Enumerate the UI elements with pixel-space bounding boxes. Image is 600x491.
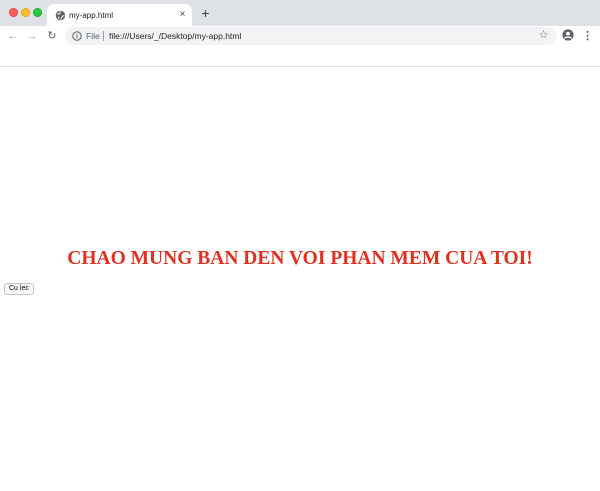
browser-chrome: my-app.html × + ← → ↻ File file:///Users… <box>0 0 600 67</box>
info-icon[interactable] <box>72 31 82 41</box>
kebab-menu-icon[interactable]: ⋮ <box>582 29 593 43</box>
reload-button[interactable]: ↻ <box>45 29 59 43</box>
forward-button[interactable]: → <box>25 29 39 43</box>
address-separator <box>103 31 104 41</box>
tab-strip: my-app.html × + <box>0 0 600 26</box>
window-zoom-button[interactable] <box>33 8 42 17</box>
profile-icon[interactable] <box>562 29 574 41</box>
tab-my-app[interactable]: my-app.html × <box>47 4 192 26</box>
browser-toolbar: ← → ↻ File file:///Users/_/Desktop/my-ap… <box>0 26 600 46</box>
tab-title: my-app.html <box>69 11 114 20</box>
star-icon[interactable]: ☆ <box>537 29 550 42</box>
new-tab-button[interactable]: + <box>199 6 212 20</box>
globe-icon <box>55 10 66 21</box>
url-text[interactable]: file:///Users/_/Desktop/my-app.html <box>109 30 241 42</box>
window-close-button[interactable] <box>9 8 18 17</box>
back-button[interactable]: ← <box>6 29 20 43</box>
tab-close-icon[interactable]: × <box>177 9 188 20</box>
scheme-label: File <box>86 31 100 41</box>
page-content: CHAO MUNG BAN DEN VOI PHAN MEM CUA TOI! … <box>0 67 600 491</box>
welcome-heading: CHAO MUNG BAN DEN VOI PHAN MEM CUA TOI! <box>67 248 533 269</box>
address-bar[interactable]: File file:///Users/_/Desktop/my-app.html… <box>65 27 557 45</box>
cu-lec-button[interactable]: Cu lec <box>4 283 34 295</box>
window-minimize-button[interactable] <box>21 8 30 17</box>
